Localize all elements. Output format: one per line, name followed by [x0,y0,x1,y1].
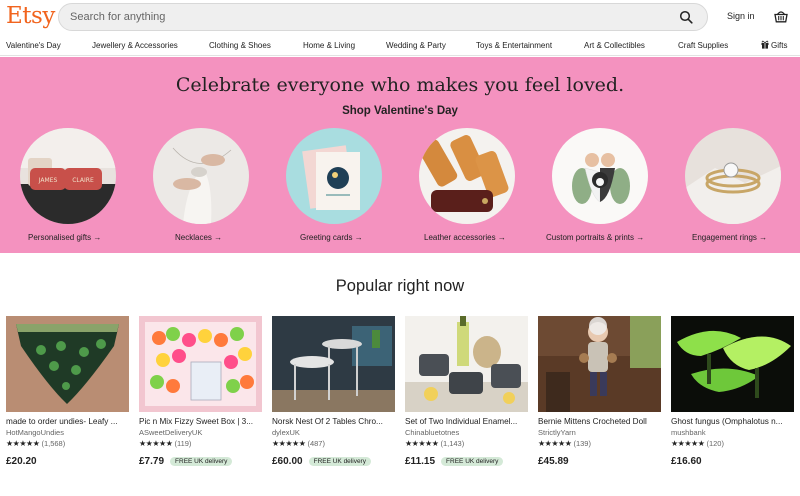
review-count: (139) [573,439,591,448]
rating-stars: ★★★★★ [272,439,306,448]
basket-icon[interactable] [774,9,788,23]
category-image-personalised-gifts[interactable]: JAMES CLAIRE [20,128,116,224]
rating-stars: ★★★★★ [6,439,40,448]
pillow-text-claire: CLAIRE [72,177,94,184]
shop-name: Chinabluetotnes [405,428,460,437]
product-card[interactable]: Pic n Mix Fizzy Sweet Box | 3... ASweetD… [139,316,262,469]
search-bar[interactable]: Search for anything [58,3,708,31]
review-count: (120) [706,439,724,448]
nav-item-gifts[interactable]: Gifts [771,41,787,50]
review-count: (1,568) [41,439,66,448]
price: £7.79 [139,456,165,467]
category-label-greeting-cards[interactable]: Greeting cards → [300,233,363,242]
rating: ★★★★★ (487) [272,439,395,448]
category-label-engagement-rings[interactable]: Engagement rings → [692,233,767,242]
product-title[interactable]: made to order undies- Leafy ... [6,417,129,426]
product-title[interactable]: Pic n Mix Fizzy Sweet Box | 3... [139,417,262,426]
category-nav: Valentine's Day Jewellery & Accessories … [0,36,800,56]
shop-name: ASweetDeliveryUK [139,428,203,437]
search-icon[interactable] [679,10,693,24]
shop-name: HotMangoUndies [6,428,64,437]
free-delivery-badge: FREE UK delivery [308,457,371,466]
free-delivery-badge: FREE UK delivery [441,457,504,466]
rating-stars: ★★★★★ [139,439,173,448]
nav-item-art-collectibles[interactable]: Art & Collectibles [584,41,645,50]
rating-stars: ★★★★★ [671,439,705,448]
product-image[interactable] [6,316,129,412]
popular-section-title: Popular right now [335,277,465,295]
search-placeholder: Search for anything [70,11,166,23]
review-count: (119) [174,439,192,448]
shop-name: dylexUK [272,428,300,437]
product-title[interactable]: Norsk Nest Of 2 Tables Chro... [272,417,395,426]
category-label-necklaces[interactable]: Necklaces → [175,233,222,242]
category-image-greeting-cards[interactable] [286,128,382,224]
category-image-leather-accessories[interactable] [419,128,515,224]
free-delivery-badge: FREE UK delivery [170,457,233,466]
product-title[interactable]: Bernie Mittens Crocheted Doll [538,417,661,426]
product-card[interactable]: Norsk Nest Of 2 Tables Chro... dylexUK ★… [272,316,395,469]
nav-item-wedding-party[interactable]: Wedding & Party [386,41,446,50]
product-image[interactable] [671,316,794,412]
hero-title: Celebrate everyone who makes you feel lo… [175,74,625,96]
product-title[interactable]: Ghost fungus (Omphalotus n... [671,417,794,426]
etsy-logo[interactable]: Etsy [6,3,55,29]
nav-item-toys-entertainment[interactable]: Toys & Entertainment [476,41,552,50]
rating: ★★★★★ (119) [139,439,262,448]
rating: ★★★★★ (139) [538,439,661,448]
category-label-leather-accessories[interactable]: Leather accessories → [424,233,506,242]
category-image-custom-portraits[interactable] [552,128,648,224]
price: £20.20 [6,456,37,467]
sign-in-link[interactable]: Sign in [727,11,755,21]
rating-stars: ★★★★★ [405,439,439,448]
nav-item-clothing-shoes[interactable]: Clothing & Shoes [209,41,271,50]
nav-item-valentines-day[interactable]: Valentine's Day [6,41,61,50]
product-card[interactable]: Set of Two Individual Enamel... Chinablu… [405,316,528,469]
nav-item-home-living[interactable]: Home & Living [303,41,355,50]
product-image[interactable] [139,316,262,412]
rating-stars: ★★★★★ [538,439,572,448]
product-card[interactable]: Bernie Mittens Crocheted Doll StrictlyYa… [538,316,661,469]
shop-name: mushbank [671,428,706,437]
category-label-personalised-gifts[interactable]: Personalised gifts → [28,233,101,242]
rating: ★★★★★ (1,143) [405,439,528,448]
gift-icon [761,40,769,49]
category-label-custom-portraits[interactable]: Custom portraits & prints → [546,233,644,242]
price: £60.00 [272,456,303,467]
rating: ★★★★★ (120) [671,439,794,448]
product-image[interactable] [405,316,528,412]
category-image-engagement-rings[interactable] [685,128,781,224]
price: £45.89 [538,456,569,467]
price: £11.15 [405,456,436,467]
category-image-necklaces[interactable] [153,128,249,224]
shop-valentines-link[interactable]: Shop Valentine's Day [0,105,800,117]
review-count: (1,143) [440,439,465,448]
rating: ★★★★★ (1,568) [6,439,129,448]
product-card[interactable]: made to order undies- Leafy ... HotMango… [6,316,129,469]
price: £16.60 [671,456,702,467]
product-card[interactable]: Ghost fungus (Omphalotus n... mushbank ★… [671,316,794,469]
product-title[interactable]: Set of Two Individual Enamel... [405,417,528,426]
valentines-hero-banner: Celebrate everyone who makes you feel lo… [0,57,800,253]
product-image[interactable] [272,316,395,412]
pillow-text-james: JAMES [38,177,58,184]
shop-name: StrictlyYarn [538,428,576,437]
nav-item-craft-supplies[interactable]: Craft Supplies [678,41,728,50]
nav-item-jewellery-accessories[interactable]: Jewellery & Accessories [92,41,178,50]
product-image[interactable] [538,316,661,412]
review-count: (487) [307,439,325,448]
site-header: Etsy Search for anything Sign in [0,0,800,34]
